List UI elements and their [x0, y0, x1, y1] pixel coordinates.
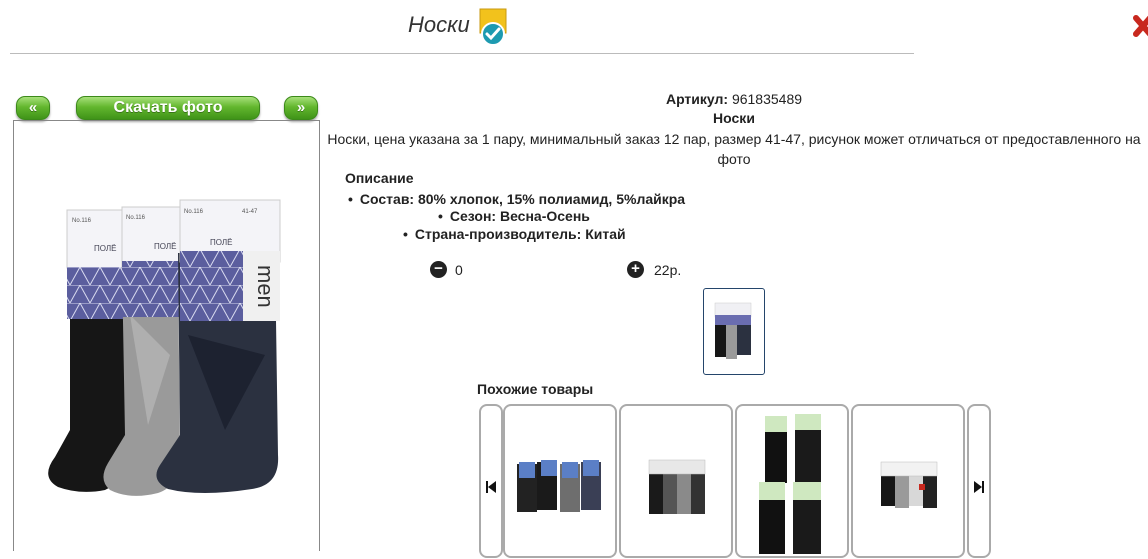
similar-products-title: Похожие товары	[477, 381, 594, 397]
next-photo-button[interactable]: »	[284, 96, 318, 120]
skip-forward-icon	[974, 481, 984, 493]
similar-next-button[interactable]	[967, 404, 991, 558]
description-title: Описание	[345, 170, 414, 186]
article-label: Артикул:	[665, 91, 729, 107]
skip-back-icon	[486, 481, 496, 493]
svg-text:No.116: No.116	[72, 218, 92, 224]
close-icon[interactable]	[1132, 10, 1148, 42]
download-photo-button[interactable]: Скачать фото	[76, 96, 260, 120]
minus-circle-icon[interactable]: −	[430, 261, 447, 278]
svg-text:No.116: No.116	[126, 215, 146, 221]
quantity-value: 0	[455, 262, 463, 278]
similar-product-card-3[interactable]	[735, 404, 849, 558]
header-divider	[10, 53, 914, 54]
svg-text:ПОЛЁ: ПОЛЁ	[154, 242, 176, 251]
article-line: Артикул: 961835489	[320, 91, 1148, 107]
spec-season: Сезон: Весна-Осень	[438, 208, 590, 224]
page-title: Носки	[408, 12, 470, 37]
spec-country: Страна-производитель: Китай	[403, 226, 626, 242]
price-value: 22р.	[654, 262, 682, 278]
article-value: 961835489	[731, 91, 803, 107]
svg-text:41-47: 41-47	[242, 209, 258, 215]
plus-circle-icon[interactable]: +	[627, 261, 644, 278]
similar-product-card-2[interactable]	[619, 404, 733, 558]
svg-text:ПОЛЁ: ПОЛЁ	[94, 244, 116, 253]
product-name: Носки	[713, 110, 755, 126]
svg-text:No.116: No.116	[184, 209, 204, 215]
similar-prev-button[interactable]	[479, 404, 503, 558]
spec-composition: Состав: 80% хлопок, 15% полиамид, 5%лайк…	[348, 191, 685, 207]
photo-thumbnail[interactable]	[703, 288, 765, 375]
prev-photo-button[interactable]: «	[16, 96, 50, 120]
product-description: Носки, цена указана за 1 пару, минимальн…	[327, 131, 1141, 167]
svg-text:ПОЛЁ: ПОЛЁ	[210, 238, 232, 247]
product-photo[interactable]: men No.116 No.116 No.116 41-47 ПОЛЁ ПОЛЁ…	[30, 195, 310, 505]
check-badge-icon	[479, 8, 507, 48]
similar-product-card-4[interactable]	[851, 404, 965, 558]
similar-product-card-1[interactable]	[503, 404, 617, 558]
svg-text:men: men	[253, 265, 278, 308]
